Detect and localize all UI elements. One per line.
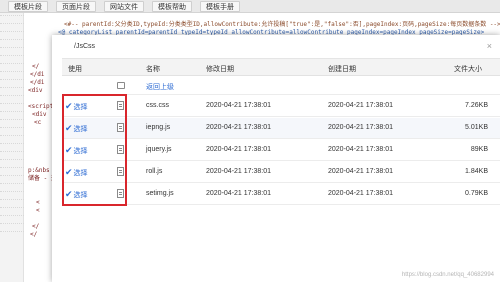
page-fragment-button[interactable]: 页面片段: [56, 1, 96, 12]
column-created: 创建日期: [328, 66, 356, 73]
table-row: ✔选择 jquery.js 2020-04-21 17:38:01 2020-0…: [62, 140, 500, 161]
column-use: 使用: [68, 66, 82, 73]
go-up-link[interactable]: 返回上级: [146, 82, 174, 92]
file-created: 2020-04-21 17:38:01: [328, 146, 393, 153]
dialog-title: /JsCss: [74, 43, 95, 50]
file-modified: 2020-04-21 17:38:01: [206, 190, 271, 197]
code-line-comment: <#-- parentId:父分类ID,typeId:分类类型ID,allowC…: [64, 21, 500, 28]
template-fragment-button[interactable]: 模板片段: [8, 1, 48, 12]
table-row: ✔选择 css.css 2020-04-21 17:38:01 2020-04-…: [62, 96, 500, 117]
file-created: 2020-04-21 17:38:01: [328, 190, 393, 197]
watermark: https://blog.csdn.net/qq_40682994: [401, 272, 494, 278]
code-fragment: <: [36, 207, 40, 214]
table-row: ✔选择 iepng.js 2020-04-21 17:38:01 2020-04…: [62, 118, 500, 139]
code-fragment: </: [30, 231, 38, 238]
code-fragment: p:&nbs: [28, 167, 50, 174]
file-modified: 2020-04-21 17:38:01: [206, 102, 271, 109]
template-toolbar: 模板片段 页面片段 网站文件 模板帮助 模板手册: [0, 0, 500, 13]
annotation-highlight-box: [62, 94, 127, 206]
file-size: 5.01KB: [465, 124, 488, 131]
file-table: 使用 名称 修改日期 创建日期 文件大小 返回上级 ✔选择 css.css 20…: [62, 58, 500, 282]
close-icon[interactable]: ×: [487, 42, 492, 51]
file-name: css.css: [146, 102, 169, 109]
code-fragment: </: [32, 223, 40, 230]
file-size: 0.79KB: [465, 190, 488, 197]
file-size: 1.84KB: [465, 168, 488, 175]
file-created: 2020-04-21 17:38:01: [328, 124, 393, 131]
table-row: ✔选择 roll.js 2020-04-21 17:38:01 2020-04-…: [62, 162, 500, 183]
code-fragment: </: [32, 63, 40, 70]
file-created: 2020-04-21 17:38:01: [328, 102, 393, 109]
line-gutter: [0, 13, 24, 282]
template-help-button[interactable]: 模板帮助: [152, 1, 192, 12]
file-size: 89KB: [470, 146, 488, 153]
column-modified: 修改日期: [206, 66, 234, 73]
file-modified: 2020-04-21 17:38:01: [206, 124, 271, 131]
code-fragment: <: [36, 199, 40, 206]
code-fragment: <c: [34, 119, 42, 126]
code-fragment: </di: [30, 79, 45, 86]
file-size: 7.26KB: [465, 102, 488, 109]
column-name: 名称: [146, 66, 160, 73]
table-row-parent[interactable]: 返回上级: [62, 77, 500, 95]
code-fragment: <div: [32, 111, 47, 118]
code-fragment: </di: [30, 71, 45, 78]
file-modified: 2020-04-21 17:38:01: [206, 146, 271, 153]
code-fragment: <div: [28, 87, 43, 94]
file-name: iepng.js: [146, 124, 171, 131]
template-manual-button[interactable]: 模板手册: [200, 1, 240, 12]
file-modified: 2020-04-21 17:38:01: [206, 168, 271, 175]
file-name: setimg.js: [146, 190, 174, 197]
file-name: roll.js: [146, 168, 163, 175]
table-header: 使用 名称 修改日期 创建日期 文件大小: [62, 59, 500, 76]
column-size: 文件大小: [454, 66, 482, 73]
folder-icon: [117, 82, 125, 89]
site-files-button[interactable]: 网站文件: [104, 1, 144, 12]
file-name: jquery.js: [146, 146, 172, 153]
file-created: 2020-04-21 17:38:01: [328, 168, 393, 175]
table-row: ✔选择 setimg.js 2020-04-21 17:38:01 2020-0…: [62, 184, 500, 205]
code-fragment: <script: [28, 103, 54, 110]
